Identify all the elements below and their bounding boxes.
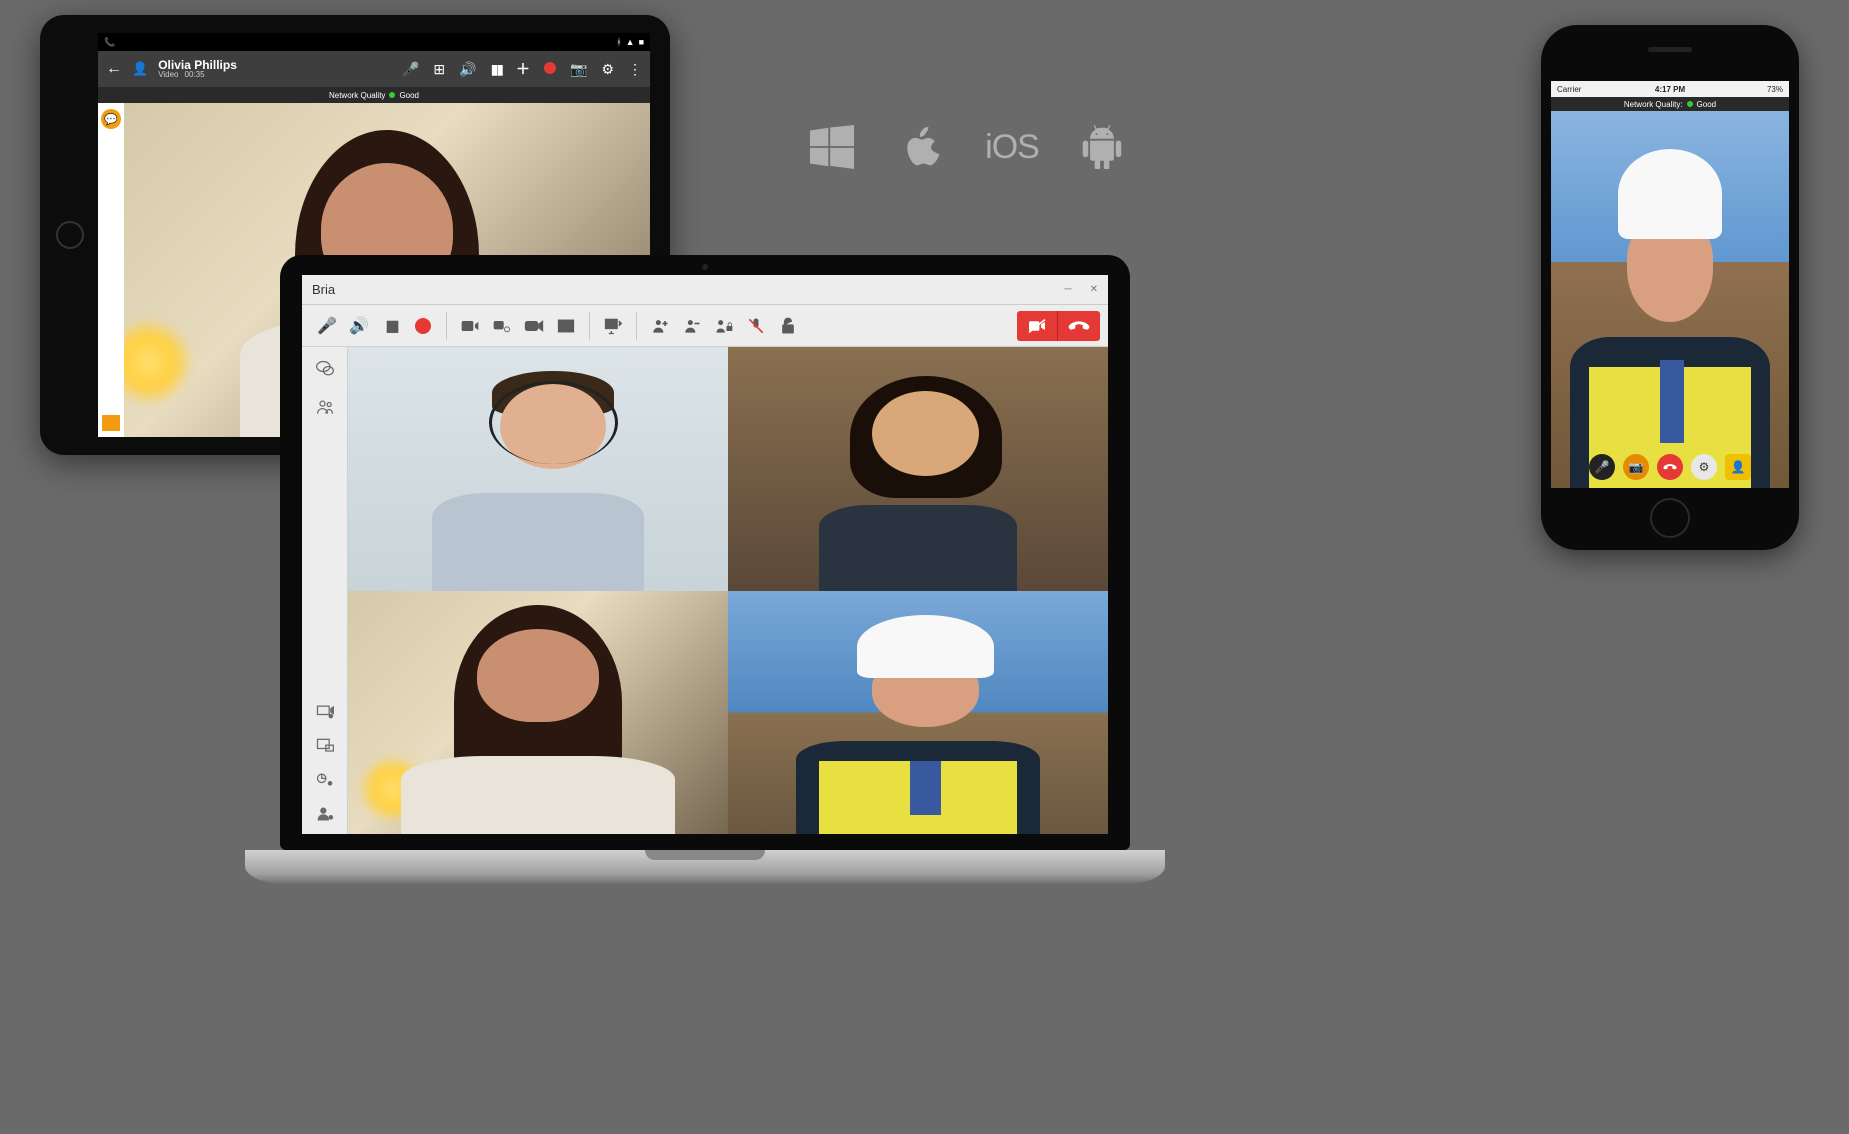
call-controls: 🎤 📷 ⚙ 👤 — [1551, 454, 1789, 480]
network-status-icon — [1687, 101, 1693, 107]
camera-icon[interactable] — [523, 315, 545, 337]
camera-button[interactable]: 📷 — [1623, 454, 1649, 480]
unlock-icon[interactable] — [777, 315, 799, 337]
speaker-icon[interactable]: 🔊 — [459, 61, 476, 78]
minimize-button[interactable]: ─ — [1065, 284, 1072, 295]
contact-icon[interactable]: 👤 — [132, 61, 148, 77]
network-quality-bar: Network Quality Good — [98, 87, 650, 103]
call-duration: 00:35 — [185, 71, 205, 79]
bria-window: Bria ─ ✕ 🎤 🔊 ▮▮ — [302, 275, 1108, 834]
phone-screen: Carrier 4:17 PM 73% Network Quality: Goo… — [1551, 81, 1789, 488]
mute-icon[interactable]: 🎤 — [402, 61, 419, 78]
end-call-button[interactable] — [1657, 454, 1683, 480]
record-icon[interactable] — [412, 315, 434, 337]
network-label: Network Quality: — [1624, 100, 1683, 109]
network-status: Good — [1697, 100, 1717, 109]
share-screen-icon[interactable] — [602, 315, 624, 337]
more-icon[interactable]: ⋮ — [628, 61, 642, 78]
pause-icon[interactable]: ▮▮ — [491, 61, 502, 78]
participants-icon[interactable] — [311, 395, 339, 419]
android-icon — [1080, 125, 1124, 169]
add-icon[interactable]: ＋ — [516, 59, 530, 79]
settings-button[interactable]: ⚙ — [1691, 454, 1717, 480]
self-view-button[interactable]: 👤 — [1725, 454, 1751, 480]
dialpad-icon[interactable]: ⊞ — [433, 61, 445, 78]
settings-icon[interactable]: ⚙ — [601, 61, 614, 78]
participant-tile-2[interactable] — [728, 347, 1108, 591]
tablet-sidebar: 💬 — [98, 103, 124, 437]
battery-icon: ■ — [639, 37, 644, 47]
battery-label: 73% — [1767, 85, 1783, 94]
wifi-icon: ▲ — [626, 37, 635, 47]
pause-icon[interactable]: ▮▮ — [380, 315, 402, 337]
speaker-icon[interactable]: 🔊 — [348, 315, 370, 337]
stop-video-button[interactable] — [1017, 311, 1058, 341]
network-quality-bar: Network Quality: Good — [1551, 97, 1789, 111]
stats-icon[interactable] — [311, 768, 339, 792]
carrier-label: Carrier — [1557, 85, 1581, 94]
android-status-bar: 📞 ᚼ ▲ ■ — [98, 33, 650, 51]
laptop-device: Bria ─ ✕ 🎤 🔊 ▮▮ — [280, 255, 1130, 884]
bluetooth-icon: ᚼ — [616, 37, 621, 47]
tablet-home-button[interactable] — [56, 221, 84, 249]
remove-participant-icon[interactable] — [681, 315, 703, 337]
phone-device: Carrier 4:17 PM 73% Network Quality: Goo… — [1541, 25, 1799, 550]
add-participant-icon[interactable] — [649, 315, 671, 337]
mute-button[interactable]: 🎤 — [1589, 454, 1615, 480]
participant-tile-3[interactable] — [348, 591, 728, 835]
camera-swap-icon[interactable]: 📷 — [570, 61, 587, 78]
self-view-icon[interactable] — [102, 415, 120, 431]
phone-speaker — [1648, 47, 1692, 52]
apple-icon — [900, 125, 944, 169]
end-call-button[interactable] — [1058, 311, 1100, 341]
call-top-bar: ← 👤 Olivia Phillips Video 00:35 🎤 ⊞ 🔊 ▮▮… — [98, 51, 650, 87]
platform-icons: iOS — [810, 125, 1124, 169]
record-icon[interactable] — [544, 61, 556, 77]
chat-icon[interactable]: 💬 — [101, 109, 121, 129]
lock-participant-icon[interactable] — [713, 315, 735, 337]
window-title-bar: Bria ─ ✕ — [302, 275, 1108, 305]
call-toolbar: 🎤 🔊 ▮▮ — [302, 305, 1108, 347]
app-title: Bria — [312, 282, 335, 297]
ios-status-bar: Carrier 4:17 PM 73% — [1551, 81, 1789, 97]
chat-icon[interactable] — [311, 357, 339, 381]
laptop-camera — [702, 264, 708, 270]
left-sidebar — [302, 347, 348, 834]
laptop-base — [245, 850, 1165, 884]
layout-icon[interactable] — [311, 734, 339, 758]
stop-video-icon[interactable] — [459, 315, 481, 337]
status-time: 4:17 PM — [1655, 85, 1685, 94]
phone-home-button[interactable] — [1650, 498, 1690, 538]
phone-icon: 📞 — [104, 37, 115, 48]
mute-mic-icon[interactable]: 🎤 — [316, 315, 338, 337]
participant-tile-4[interactable] — [728, 591, 1108, 835]
ios-icon: iOS — [990, 125, 1034, 169]
close-button[interactable]: ✕ — [1090, 284, 1098, 295]
back-icon[interactable]: ← — [106, 60, 122, 78]
windows-icon — [810, 125, 854, 169]
focus-view-icon[interactable] — [311, 802, 339, 826]
mute-all-icon[interactable] — [745, 315, 767, 337]
remote-video: 🎤 📷 ⚙ 👤 — [1551, 111, 1789, 488]
video-grid — [348, 347, 1108, 834]
grid-view-icon[interactable] — [555, 315, 577, 337]
network-status: Good — [399, 91, 419, 100]
network-status-icon — [389, 92, 395, 98]
call-type: Video — [158, 71, 178, 79]
video-settings-icon[interactable] — [491, 315, 513, 337]
self-view-icon[interactable] — [311, 700, 339, 724]
network-label: Network Quality — [329, 91, 385, 100]
participant-tile-1[interactable] — [348, 347, 728, 591]
